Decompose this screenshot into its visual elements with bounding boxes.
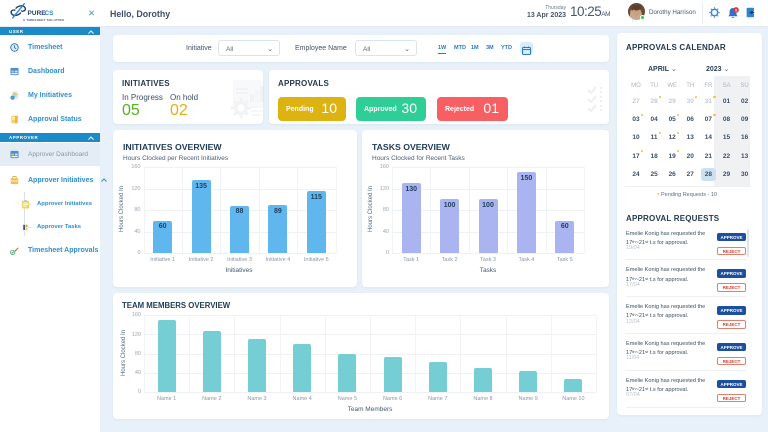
svg-text:PURE: PURE: [28, 10, 47, 17]
svg-text:CS: CS: [45, 10, 55, 17]
svg-text:9: 9: [735, 8, 737, 12]
